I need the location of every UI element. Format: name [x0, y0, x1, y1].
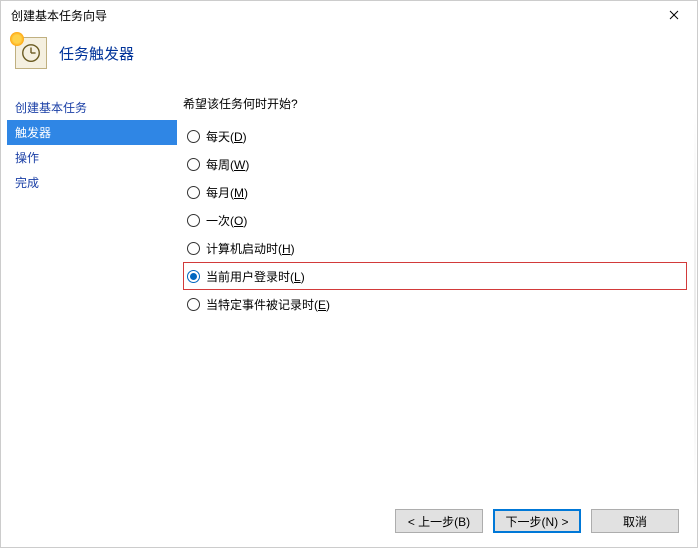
trigger-prompt: 希望该任务何时开始?	[183, 95, 687, 112]
radio-icon[interactable]	[187, 242, 200, 255]
window-title: 创建基本任务向导	[11, 7, 107, 24]
trigger-option-1[interactable]: 每周(W)	[183, 150, 687, 178]
radio-icon[interactable]	[187, 130, 200, 143]
wizard-window: 创建基本任务向导 任务触发器 创建基本任务触发器操作完成 希望该任务何时开始? …	[0, 0, 698, 548]
wizard-header: 任务触发器	[1, 29, 697, 87]
trigger-option-0[interactable]: 每天(D)	[183, 122, 687, 150]
wizard-body: 创建基本任务触发器操作完成 希望该任务何时开始? 每天(D) 每周(W) 每月(M)…	[1, 87, 697, 499]
back-button[interactable]: < 上一步(B)	[395, 509, 483, 533]
radio-label: 每周(W)	[206, 156, 249, 173]
radio-icon[interactable]	[187, 270, 200, 283]
wizard-footer: < 上一步(B) 下一步(N) > 取消	[1, 499, 697, 547]
wizard-content: 希望该任务何时开始? 每天(D) 每周(W) 每月(M) 一次(O) 计算机启动时(H)…	[177, 87, 697, 499]
close-button[interactable]	[659, 4, 689, 26]
next-button[interactable]: 下一步(N) >	[493, 509, 581, 533]
radio-icon[interactable]	[187, 158, 200, 171]
trigger-option-2[interactable]: 每月(M)	[183, 178, 687, 206]
radio-label: 每天(D)	[206, 128, 247, 145]
wizard-step-1[interactable]: 触发器	[7, 120, 177, 145]
wizard-step-0[interactable]: 创建基本任务	[7, 95, 177, 120]
wizard-step-3[interactable]: 完成	[7, 170, 177, 195]
page-title: 任务触发器	[59, 43, 134, 64]
radio-label: 计算机启动时(H)	[206, 240, 295, 257]
titlebar: 创建基本任务向导	[1, 1, 697, 29]
radio-label: 当特定事件被记录时(E)	[206, 296, 330, 313]
radio-icon[interactable]	[187, 298, 200, 311]
close-icon	[669, 7, 679, 23]
radio-icon[interactable]	[187, 186, 200, 199]
radio-label: 每月(M)	[206, 184, 248, 201]
radio-icon[interactable]	[187, 214, 200, 227]
clock-new-icon	[15, 37, 47, 69]
trigger-options: 每天(D) 每周(W) 每月(M) 一次(O) 计算机启动时(H) 当前用户登录时(L) 当…	[183, 122, 687, 318]
trigger-option-5[interactable]: 当前用户登录时(L)	[183, 262, 687, 290]
trigger-option-6[interactable]: 当特定事件被记录时(E)	[183, 290, 687, 318]
cancel-button[interactable]: 取消	[591, 509, 679, 533]
wizard-step-2[interactable]: 操作	[7, 145, 177, 170]
radio-label: 一次(O)	[206, 212, 247, 229]
trigger-option-3[interactable]: 一次(O)	[183, 206, 687, 234]
wizard-steps-sidebar: 创建基本任务触发器操作完成	[1, 87, 177, 499]
scrollbar-region	[694, 109, 696, 499]
radio-label: 当前用户登录时(L)	[206, 268, 305, 285]
trigger-option-4[interactable]: 计算机启动时(H)	[183, 234, 687, 262]
